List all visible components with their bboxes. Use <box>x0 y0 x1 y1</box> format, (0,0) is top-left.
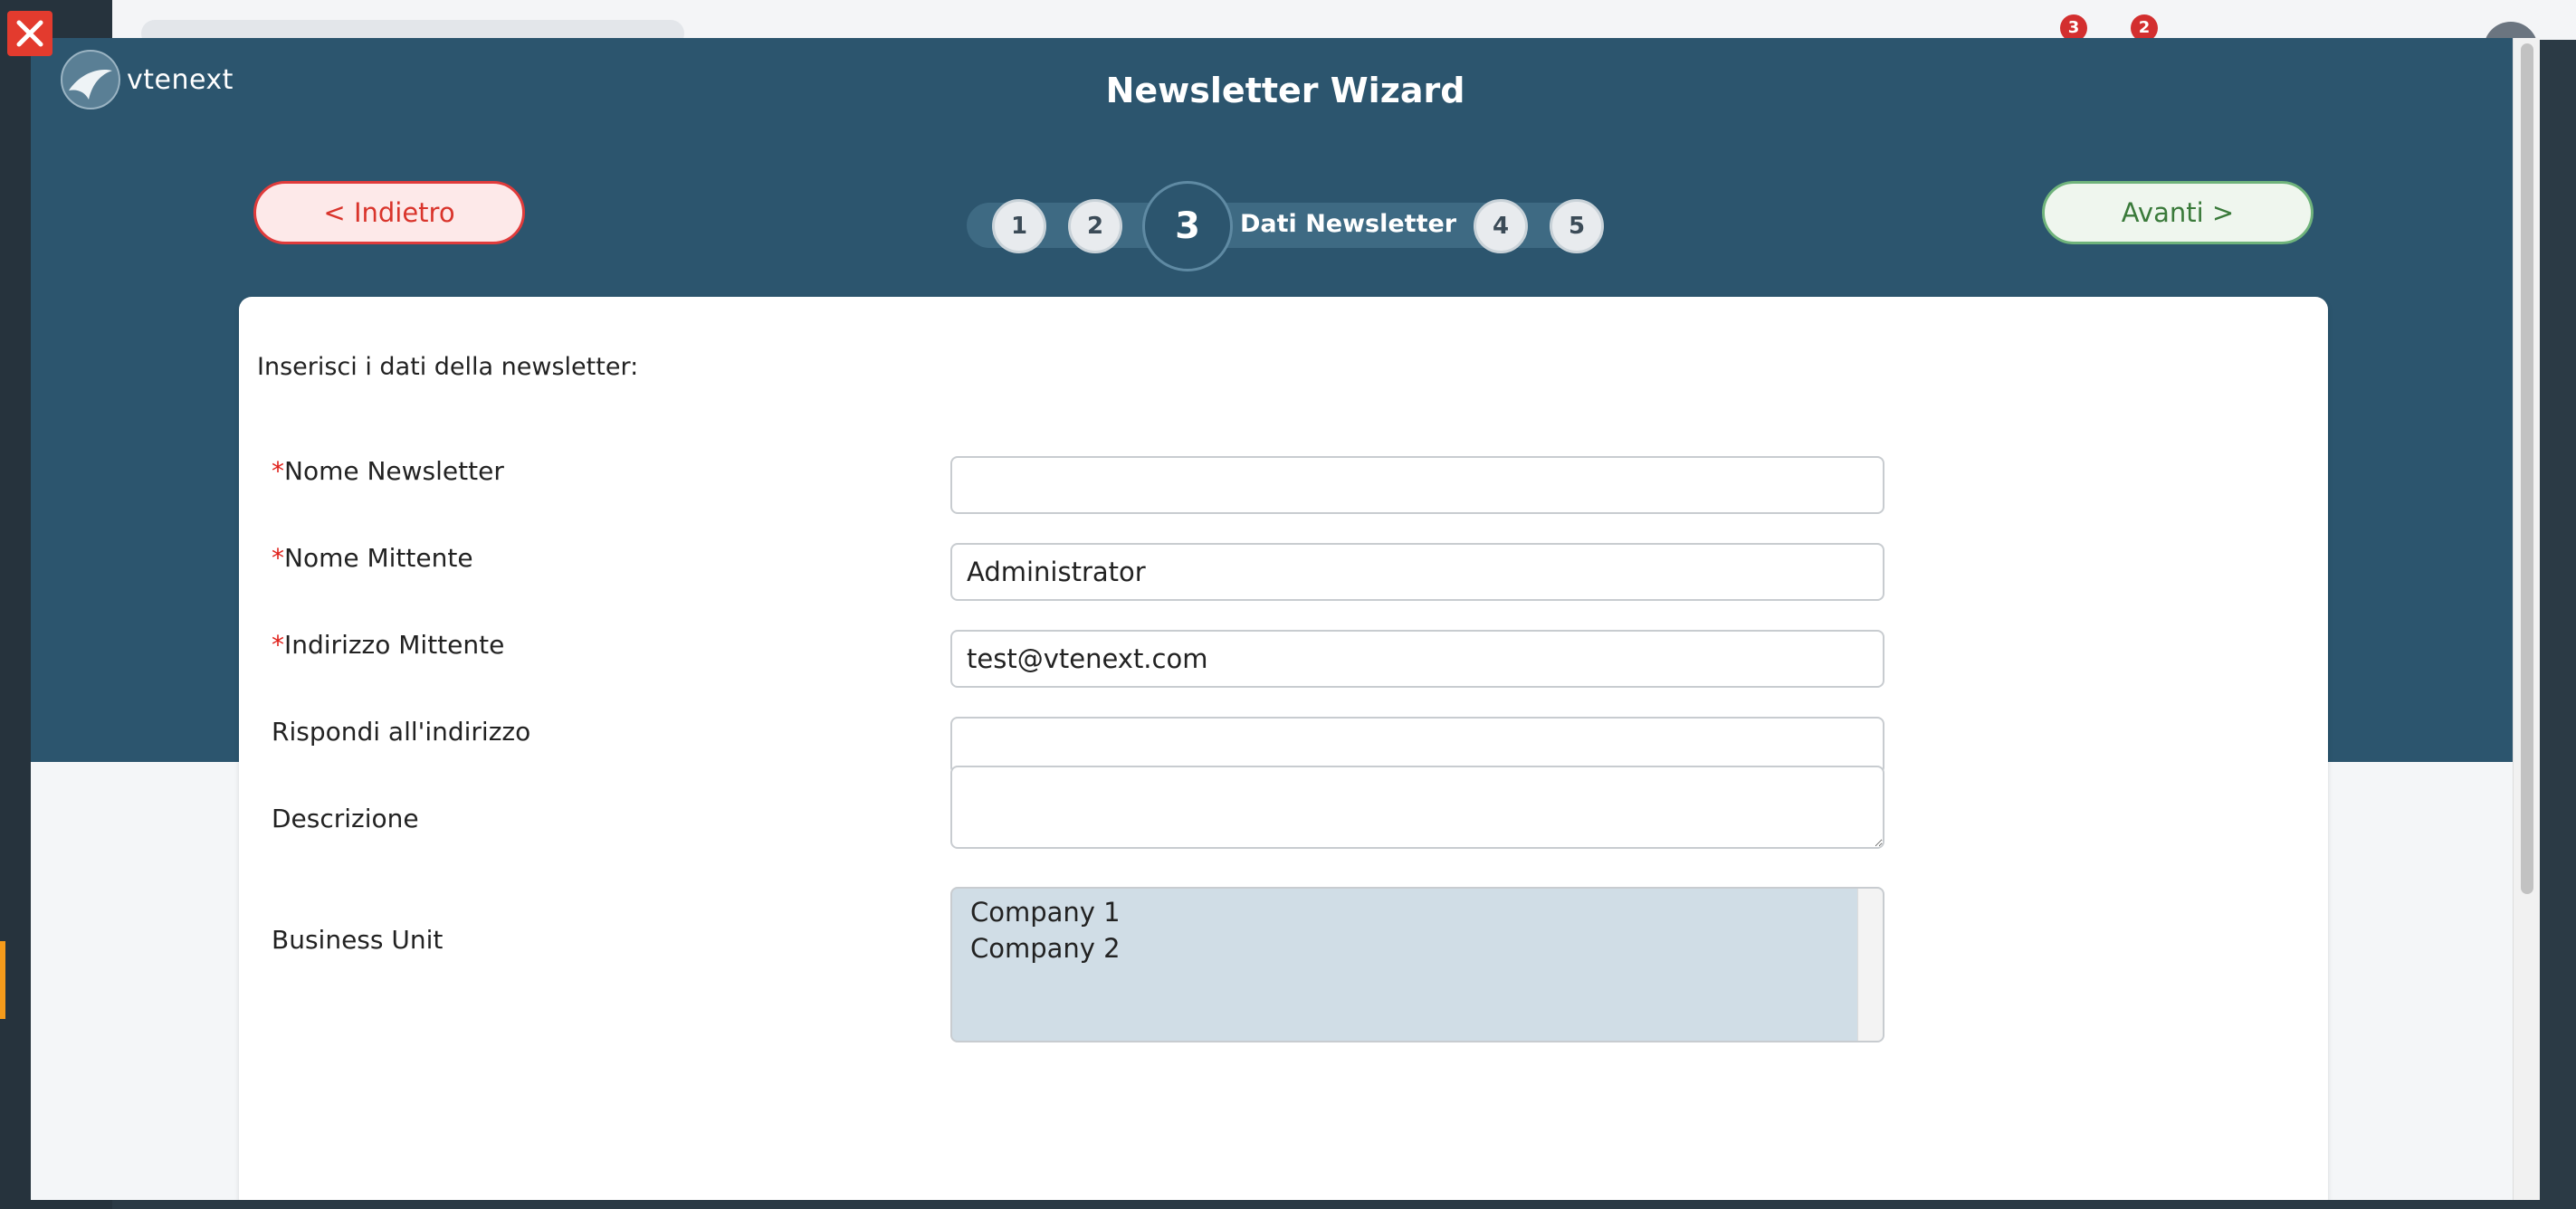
newsletter-wizard-modal: vtenext Newsletter Wizard < Indietro Ava… <box>31 38 2540 1200</box>
listbox-scrollbar[interactable] <box>1857 889 1883 1041</box>
required-mark: * <box>272 630 284 660</box>
close-button[interactable] <box>7 11 52 56</box>
listbox-option[interactable]: Company 2 <box>952 930 1883 966</box>
form-intro: Inserisci i dati della newsletter: <box>257 353 639 381</box>
nome-mittente-input[interactable] <box>950 543 1884 601</box>
close-icon <box>16 20 43 47</box>
form-card: Inserisci i dati della newsletter: *Nome… <box>239 297 2328 1200</box>
step-3-current: 3 <box>1142 181 1233 271</box>
required-mark: * <box>272 456 284 486</box>
modal-scrollbar[interactable] <box>2513 38 2540 1200</box>
label-descrizione: Descrizione <box>272 804 419 833</box>
listbox-option[interactable]: Company 1 <box>952 894 1883 930</box>
label-nome-newsletter: *Nome Newsletter <box>272 456 504 486</box>
back-button[interactable]: < Indietro <box>253 181 525 244</box>
page-title: Newsletter Wizard <box>1105 71 1465 110</box>
current-step-label: Dati Newsletter <box>1240 210 1457 238</box>
label-indirizzo-mittente: *Indirizzo Mittente <box>272 630 505 660</box>
next-button[interactable]: Avanti > <box>2042 181 2314 244</box>
nome-newsletter-input[interactable] <box>950 456 1884 514</box>
label-rispondi-indirizzo: Rispondi all'indirizzo <box>272 717 531 747</box>
required-mark: * <box>272 543 284 573</box>
label-nome-mittente: *Nome Mittente <box>272 543 473 573</box>
step-2[interactable]: 2 <box>1068 199 1122 253</box>
step-1[interactable]: 1 <box>992 199 1046 253</box>
indirizzo-mittente-input[interactable] <box>950 630 1884 688</box>
descrizione-textarea[interactable] <box>950 766 1884 849</box>
step-5[interactable]: 5 <box>1550 199 1604 253</box>
business-unit-listbox[interactable]: Company 1 Company 2 <box>950 887 1884 1042</box>
sidebar-active-indicator <box>0 941 5 1019</box>
step-4[interactable]: 4 <box>1474 199 1528 253</box>
label-business-unit: Business Unit <box>272 925 444 955</box>
scrollbar-thumb[interactable] <box>2521 43 2533 894</box>
